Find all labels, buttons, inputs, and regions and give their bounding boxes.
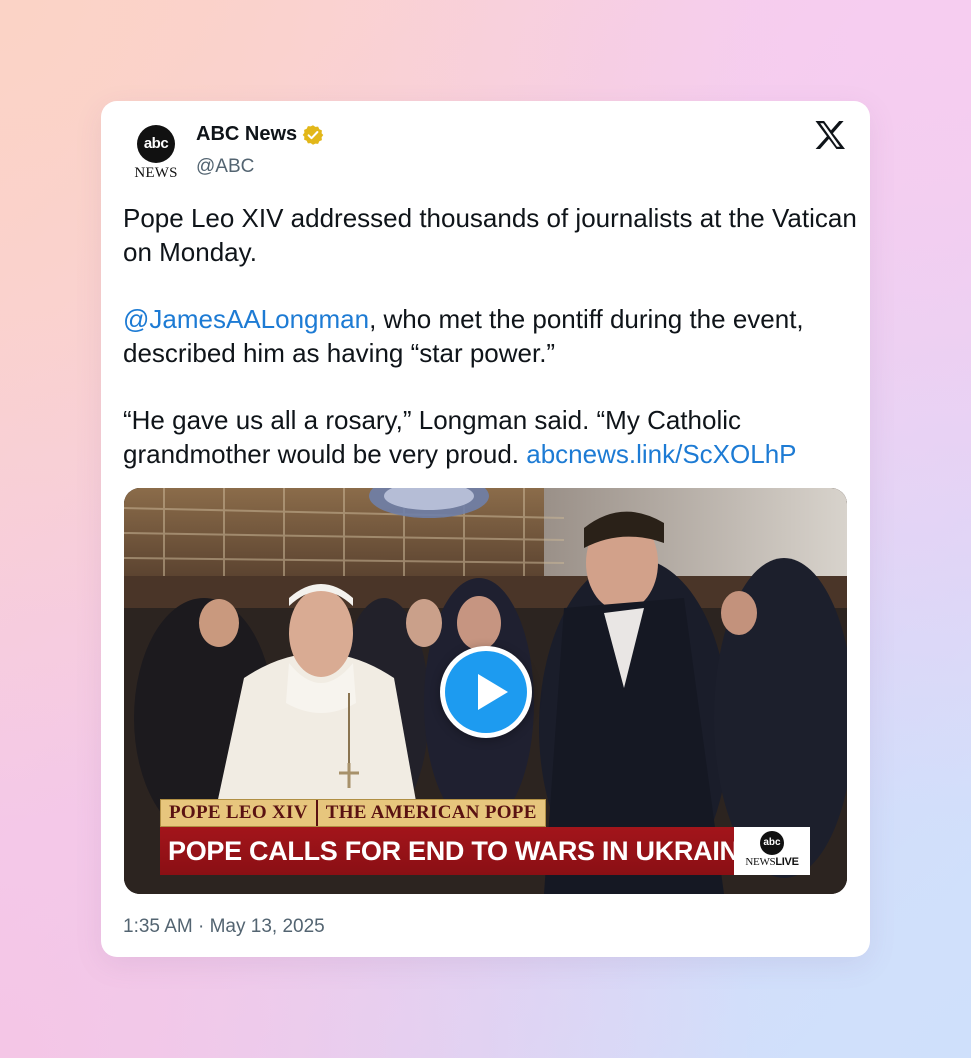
- abc-logo-wordmark: NEWS: [134, 165, 178, 181]
- account-handle[interactable]: @ABC: [196, 156, 254, 178]
- abc-news-live-bug: abc NEWSLIVE: [734, 827, 810, 875]
- display-name[interactable]: ABC News: [196, 123, 297, 146]
- tweet-paragraph-2: @JamesAALongman, who met the pontiff dur…: [123, 304, 804, 368]
- tweet-text: Pope Leo XIV addressed thousands of jour…: [123, 201, 858, 471]
- tweet-card: abc NEWS ABC News @ABC Pope Leo XIV addr…: [101, 101, 870, 957]
- chyron-tags: POPE LEO XIV THE AMERICAN POPE: [160, 799, 546, 827]
- x-logo-icon[interactable]: [814, 120, 846, 150]
- article-link[interactable]: abcnews.link/ScXOLhP: [526, 439, 796, 469]
- name-row: ABC News: [196, 123, 324, 146]
- play-button[interactable]: [440, 646, 532, 738]
- chyron-tag-1: POPE LEO XIV: [169, 802, 308, 823]
- abc-logo-circle: abc: [137, 125, 175, 163]
- tweet-timestamp[interactable]: 1:35 AM · May 13, 2025: [123, 916, 325, 938]
- tweet-paragraph-3: “He gave us all a rosary,” Longman said.…: [123, 405, 797, 469]
- chyron-tag-2: THE AMERICAN POPE: [325, 802, 537, 823]
- play-icon: [445, 651, 527, 733]
- tweet-paragraph-1: Pope Leo XIV addressed thousands of jour…: [123, 203, 857, 267]
- abc-bug-logo: abc: [760, 831, 784, 855]
- avatar[interactable]: abc NEWS: [123, 119, 189, 185]
- mention-link[interactable]: @JamesAALongman: [123, 304, 369, 334]
- video-player[interactable]: POPE LEO XIV THE AMERICAN POPE POPE CALL…: [124, 488, 847, 894]
- play-triangle: [478, 674, 508, 710]
- verified-badge-icon: [302, 124, 324, 145]
- newslive-wordmark: NEWSLIVE: [745, 856, 799, 868]
- chyron-headline: POPE CALLS FOR END TO WARS IN UKRAINE, G…: [160, 827, 734, 875]
